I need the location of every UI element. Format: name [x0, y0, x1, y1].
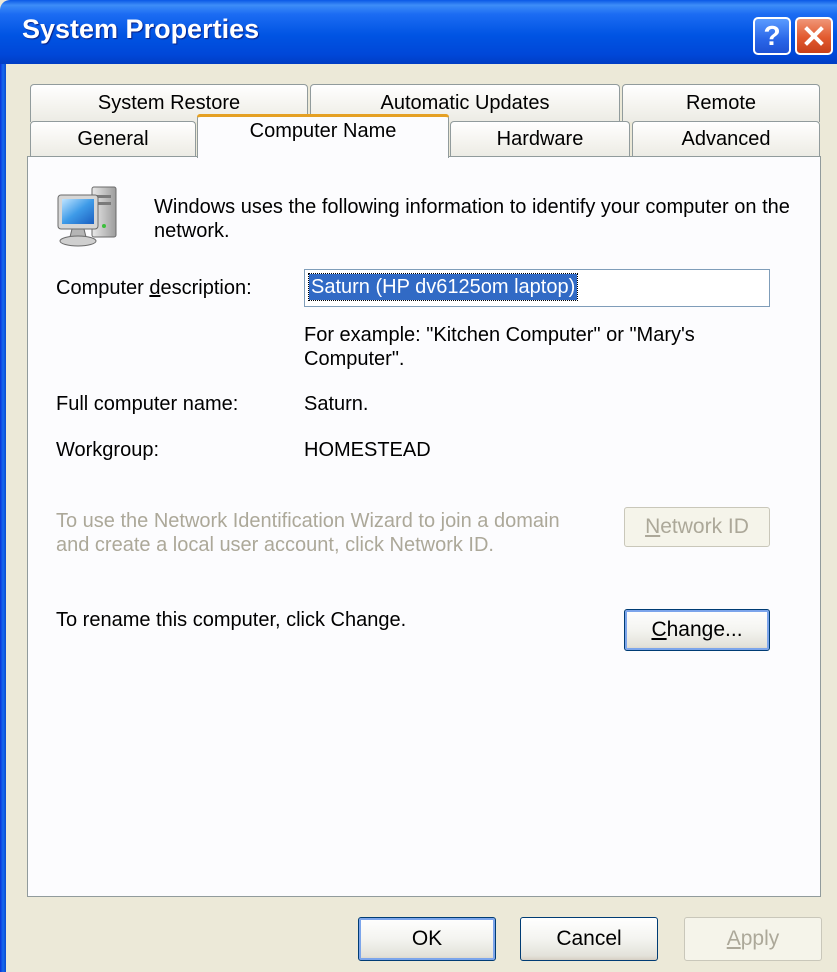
change-button[interactable]: Change... — [624, 609, 770, 651]
close-button[interactable] — [795, 17, 833, 55]
tab-label: Computer Name — [249, 120, 397, 142]
tab-label: General — [77, 128, 149, 150]
computer-name-panel: Windows uses the following information t… — [27, 156, 821, 897]
cancel-button[interactable]: Cancel — [520, 917, 658, 961]
tab-advanced[interactable]: Advanced — [632, 121, 820, 157]
tab-general[interactable]: General — [30, 121, 196, 157]
workgroup-label: Workgroup: — [56, 439, 160, 461]
title-bar[interactable]: System Properties ? — [0, 0, 837, 64]
tab-label: Remote — [685, 92, 757, 114]
full-computer-name-value: Saturn. — [304, 393, 369, 415]
tab-label: Advanced — [681, 128, 771, 150]
close-icon — [804, 26, 824, 46]
network-wizard-text: To use the Network Identification Wizard… — [56, 510, 560, 556]
button-label: etwork ID — [660, 515, 749, 538]
tab-remote[interactable]: Remote — [622, 84, 820, 122]
label-part: escription: — [160, 277, 252, 299]
system-properties-window: System Properties ? System Restore Autom… — [0, 0, 837, 972]
label-part: Computer — [56, 277, 150, 299]
accelerator-key: C — [651, 618, 667, 641]
tab-hardware[interactable]: Hardware — [450, 121, 630, 157]
window-frame-left — [0, 64, 6, 972]
accelerator-key: A — [726, 927, 741, 950]
tab-label: Hardware — [496, 128, 584, 150]
button-label: OK — [411, 927, 443, 950]
example-text: For example: "Kitchen Computer" or "Mary… — [304, 324, 695, 370]
ok-button[interactable]: OK — [358, 917, 496, 961]
computer-description-label: Computer description: — [56, 277, 252, 300]
computer-description-input[interactable]: Saturn (HP dv6125om laptop) — [304, 269, 770, 307]
intro-text: Windows uses the following information t… — [154, 196, 790, 242]
full-computer-name-label: Full computer name: — [56, 393, 239, 415]
help-button[interactable]: ? — [753, 17, 791, 55]
rename-text: To rename this computer, click Change. — [56, 609, 407, 631]
accelerator-key: d — [149, 277, 161, 299]
window-title: System Properties — [22, 14, 260, 44]
network-id-button[interactable]: Network ID — [624, 507, 770, 547]
button-label: pply — [740, 927, 780, 950]
apply-button[interactable]: Apply — [684, 917, 822, 961]
workgroup-value: HOMESTEAD — [304, 439, 431, 461]
selected-text: Saturn (HP dv6125om laptop) — [307, 273, 579, 301]
button-label: hange... — [666, 618, 743, 641]
tab-label: Automatic Updates — [380, 92, 550, 114]
button-label: Cancel — [556, 927, 622, 950]
help-icon: ? — [763, 20, 781, 51]
tab-label: System Restore — [97, 92, 241, 114]
computer-icon — [57, 186, 117, 247]
tab-computer-name[interactable]: Computer Name — [197, 114, 449, 158]
accelerator-key: N — [645, 515, 661, 538]
